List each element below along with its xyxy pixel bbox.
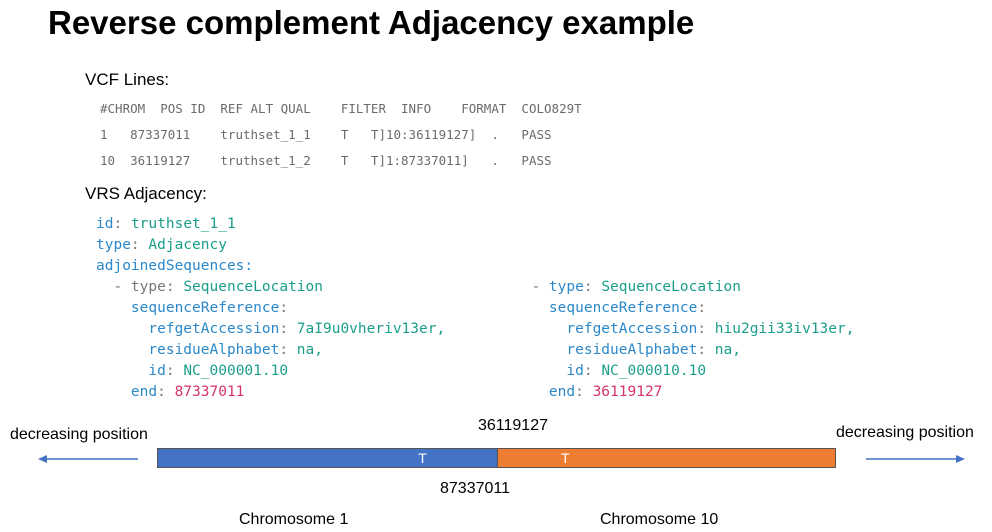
bottom-position-label: 87337011	[440, 480, 510, 497]
refget-accession: 7aI9u0vheriv13er,	[296, 321, 446, 337]
vrs-id: truthset_1_1	[130, 216, 236, 232]
seq-end: 87337011	[174, 384, 245, 400]
residue-alphabet: na,	[296, 342, 323, 358]
vcf-row: 1 87337011 truthset_1_1 T T]10:36119127]…	[100, 127, 552, 142]
top-position-label: 36119127	[478, 417, 548, 434]
left-arrow-icon	[38, 455, 138, 463]
residue-alphabet: na,	[714, 342, 741, 358]
vrs-type: Adjacency	[148, 237, 227, 253]
seq-end: 36119127	[592, 384, 663, 400]
right-arrow-icon	[866, 455, 965, 463]
chromosome-10-segment: T	[497, 448, 836, 468]
seq-id: NC_000001.10	[183, 363, 289, 379]
right-direction-label: decreasing position	[836, 424, 974, 441]
vrs-heading: VRS Adjacency:	[85, 184, 207, 203]
vrs-code-left: id: truthset_1_1 type: Adjacency adjoinedS…	[96, 216, 446, 400]
base-label: T	[418, 450, 427, 466]
refget-accession: hiu2gii33iv13er,	[714, 321, 855, 337]
chromosome-10-label: Chromosome 10	[600, 511, 719, 528]
seq-type: SequenceLocation	[183, 279, 323, 295]
page-title: Reverse complement Adjacency example	[48, 4, 695, 41]
left-direction-label: decreasing position	[10, 426, 148, 443]
seq-id: NC_000010.10	[601, 363, 707, 379]
chromosome-1-label: Chromosome 1	[239, 511, 349, 528]
base-label: T	[561, 450, 570, 466]
adjoined-key: adjoinedSequences:	[96, 258, 254, 274]
vcf-header: #CHROM POS ID REF ALT QUAL FILTER INFO F…	[100, 101, 582, 116]
chromosome-1-segment: T	[157, 448, 498, 468]
vrs-code-right: - type: SequenceLocation sequenceReferen…	[514, 279, 855, 400]
vcf-row: 10 36119127 truthset_1_2 T T]1:87337011]…	[100, 153, 552, 168]
vcf-heading: VCF Lines:	[85, 70, 170, 89]
seq-type: SequenceLocation	[601, 279, 741, 295]
